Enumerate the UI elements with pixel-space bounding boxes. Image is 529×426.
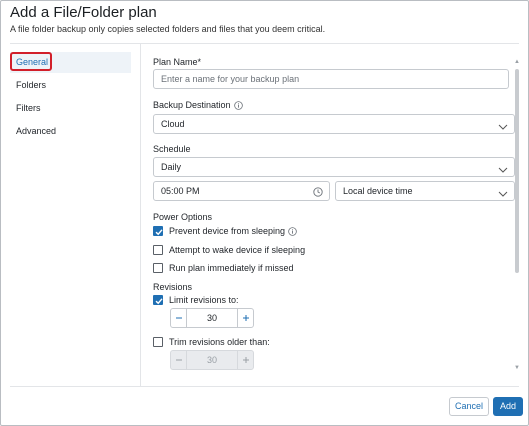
trim-revisions-checkbox[interactable] (153, 337, 163, 347)
wake-device-label: Attempt to wake device if sleeping (169, 245, 306, 255)
selection-highlight (10, 52, 52, 71)
limit-revisions-label: Limit revisions to: (169, 295, 239, 305)
scroll-thumb[interactable] (515, 69, 519, 273)
sidebar-item-advanced[interactable]: Advanced (10, 121, 131, 142)
footer-divider (10, 386, 519, 387)
trim-revisions-stepper: 30 (170, 350, 254, 370)
sidebar-nav: General Folders Filters Advanced (10, 44, 141, 386)
limit-revisions-stepper: 30 (170, 308, 254, 328)
timezone-select[interactable]: Local device time (335, 181, 515, 201)
sidebar-item-folders[interactable]: Folders (10, 75, 131, 96)
revisions-heading: Revisions (153, 282, 193, 292)
chevron-down-icon (498, 119, 508, 137)
backup-destination-value: Cloud (161, 119, 185, 129)
prevent-sleep-text: Prevent device from sleeping (169, 226, 286, 236)
schedule-select[interactable]: Daily (153, 157, 515, 177)
run-missed-checkbox[interactable] (153, 263, 163, 273)
sidebar-item-label: Filters (16, 103, 41, 113)
decrement-button (170, 350, 187, 370)
chevron-down-icon (498, 162, 508, 180)
plan-name-label: Plan Name* (153, 57, 202, 67)
run-missed-label: Run plan immediately if missed (169, 263, 294, 273)
wake-device-checkbox[interactable] (153, 245, 163, 255)
limit-revisions-checkbox[interactable] (153, 295, 163, 305)
increment-button (237, 350, 254, 370)
clock-icon[interactable] (313, 185, 323, 203)
increment-button[interactable] (237, 308, 254, 328)
power-options-heading: Power Options (153, 212, 213, 222)
sidebar-item-label: Advanced (16, 126, 57, 136)
chevron-down-icon (498, 186, 508, 204)
info-icon[interactable] (233, 101, 243, 112)
backup-destination-label: Backup Destination (153, 100, 243, 112)
prevent-sleep-label: Prevent device from sleeping (169, 225, 297, 239)
sidebar-item-filters[interactable]: Filters (10, 98, 131, 119)
plan-name-input[interactable]: Enter a name for your backup plan (153, 69, 509, 89)
cancel-button[interactable]: Cancel (449, 397, 489, 416)
limit-revisions-value[interactable]: 30 (187, 308, 237, 328)
sidebar-item-label: Folders (16, 80, 47, 90)
scroll-up-icon[interactable]: ▲ (514, 59, 520, 65)
add-button[interactable]: Add (493, 397, 523, 416)
dialog-subtitle: A file folder backup only copies selecte… (10, 24, 326, 34)
backup-destination-label-text: Backup Destination (153, 100, 231, 110)
trim-revisions-label: Trim revisions older than: (169, 337, 270, 347)
scroll-down-icon[interactable]: ▼ (514, 365, 520, 371)
schedule-value: Daily (161, 162, 182, 172)
backup-destination-select[interactable]: Cloud (153, 114, 515, 134)
dialog-title: Add a File/Folder plan (10, 4, 157, 21)
time-input[interactable]: 05:00 PM (153, 181, 330, 201)
info-icon[interactable] (288, 227, 297, 239)
content-scrollbar[interactable]: ▲ ▼ (514, 59, 520, 375)
prevent-sleep-checkbox[interactable] (153, 226, 163, 236)
add-plan-dialog: Add a File/Folder plan A file folder bac… (0, 0, 529, 426)
plan-name-placeholder: Enter a name for your backup plan (161, 74, 300, 84)
trim-revisions-value: 30 (187, 350, 237, 370)
schedule-label: Schedule (153, 144, 191, 154)
time-value: 05:00 PM (161, 186, 200, 196)
timezone-value: Local device time (343, 186, 413, 196)
sidebar-item-general[interactable]: General (10, 52, 131, 73)
decrement-button[interactable] (170, 308, 187, 328)
